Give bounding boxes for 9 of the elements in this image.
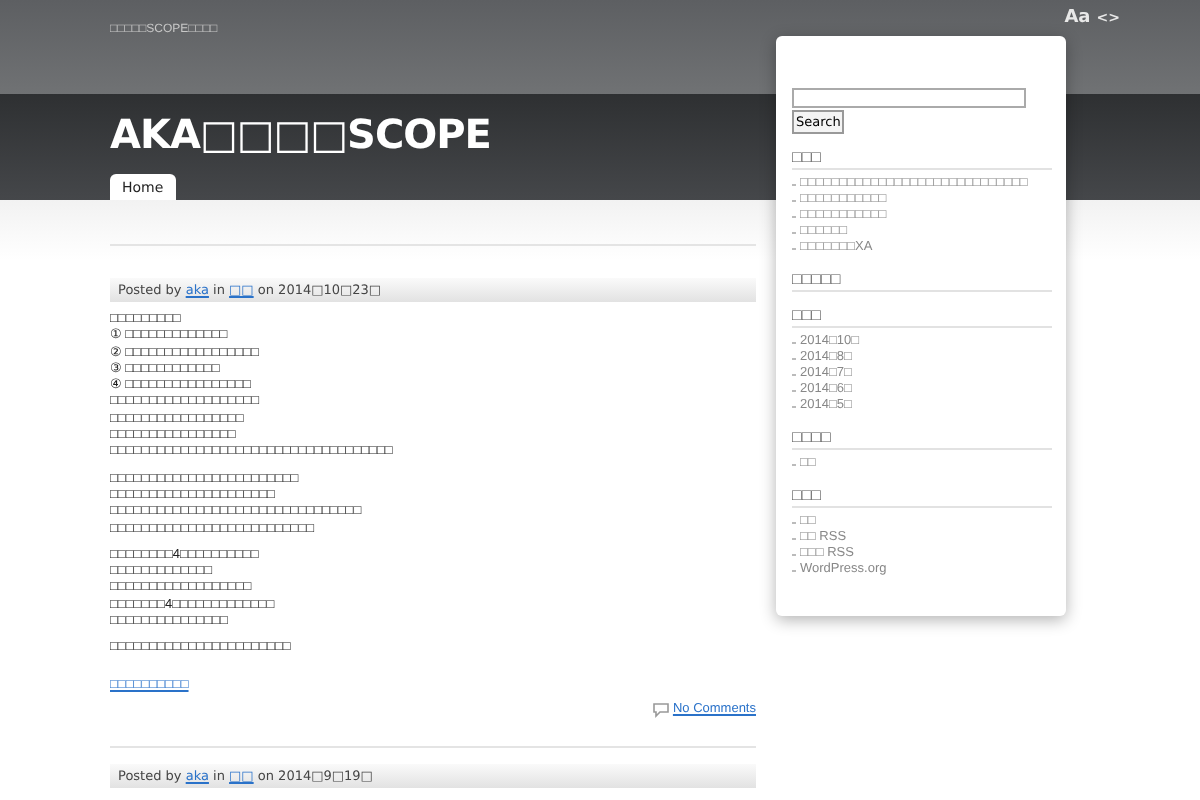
site-title[interactable]: AKA□□□□SCOPE bbox=[110, 110, 491, 158]
widget-title: □□□□ bbox=[792, 428, 1052, 450]
font-size-button[interactable]: Aa bbox=[1064, 8, 1091, 28]
search-field[interactable] bbox=[792, 88, 1026, 108]
widget-title: □□□ bbox=[792, 486, 1052, 508]
widget-title: □□□□□ bbox=[792, 270, 1052, 292]
widget-title: □□□ bbox=[792, 306, 1052, 328]
comment-icon bbox=[652, 701, 671, 718]
widget-title: □□□ bbox=[792, 148, 1052, 170]
